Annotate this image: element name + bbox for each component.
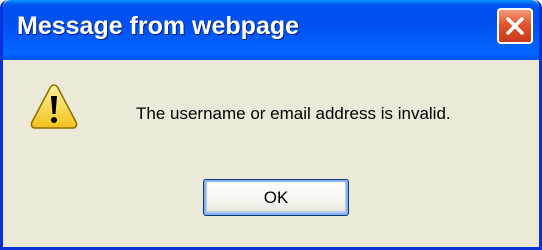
title-bar[interactable]: Message from webpage bbox=[3, 0, 539, 60]
message-dialog: Message from webpage The username or ema… bbox=[0, 0, 542, 250]
dialog-message: The username or email address is invalid… bbox=[136, 104, 451, 123]
dialog-body: The username or email address is invalid… bbox=[3, 60, 539, 247]
dialog-title: Message from webpage bbox=[17, 12, 300, 40]
close-icon bbox=[506, 17, 524, 35]
close-button[interactable] bbox=[497, 8, 533, 44]
ok-button[interactable]: OK bbox=[203, 179, 349, 216]
warning-icon bbox=[30, 84, 78, 129]
